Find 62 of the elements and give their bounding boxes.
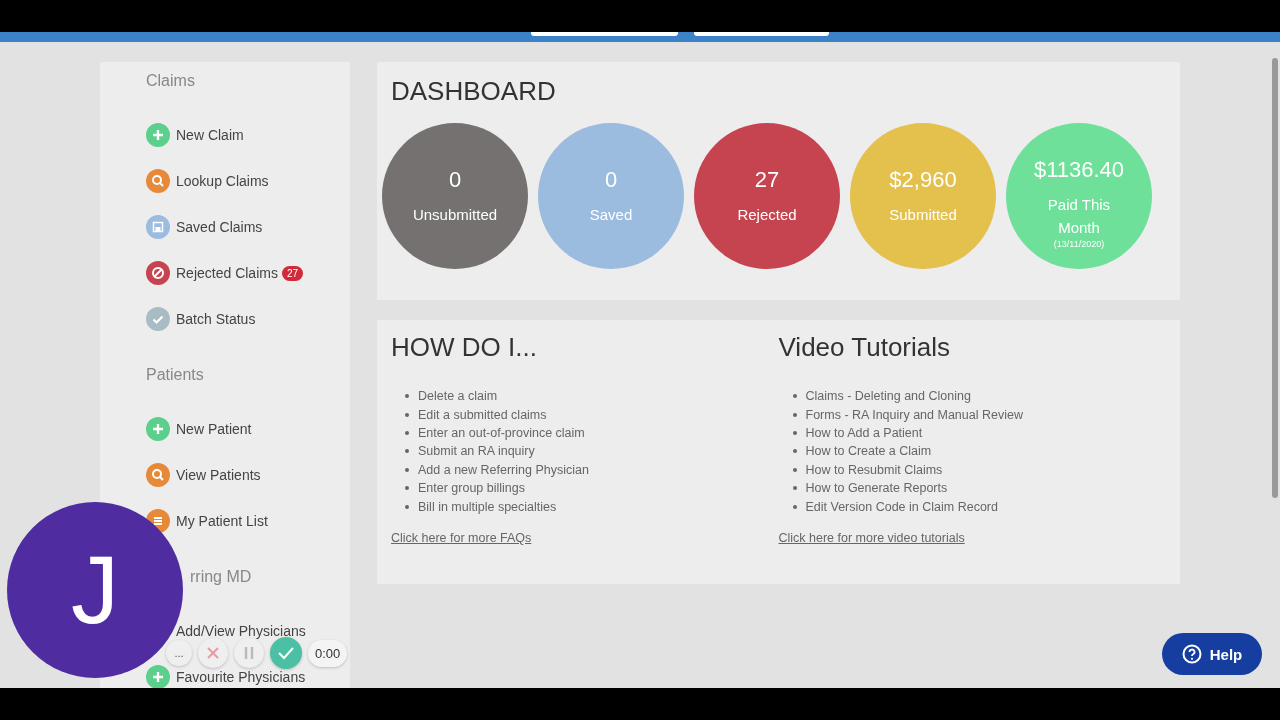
plus-icon — [146, 665, 170, 688]
search-icon — [146, 463, 170, 487]
plus-icon — [146, 123, 170, 147]
bullet-icon — [405, 449, 409, 454]
save-icon — [146, 215, 170, 239]
count-badge: 27 — [281, 265, 304, 281]
sidebar-link[interactable]: Lookup Claims — [176, 173, 269, 189]
plus-icon — [146, 417, 170, 441]
bullet-icon — [405, 412, 409, 417]
sidebar-link[interactable]: Saved Claims — [176, 219, 263, 235]
sidebar-link[interactable]: View Patients — [176, 467, 261, 483]
help-link[interactable]: Enter an out-of-province claim — [418, 424, 585, 441]
block-icon — [146, 261, 170, 285]
more-link[interactable]: Click here for more FAQs — [391, 530, 532, 545]
help-link[interactable]: Bill in multiple specialties — [418, 498, 557, 515]
sidebar-link[interactable]: New Claim — [176, 127, 244, 143]
help-link[interactable]: Enter group billings — [418, 480, 525, 497]
pause-icon — [243, 646, 255, 660]
panel-title: DASHBOARD — [390, 76, 557, 107]
help-link[interactable]: Submit an RA inquiry — [418, 443, 535, 460]
stat-circle[interactable]: 0 Unsubmitted — [382, 123, 528, 269]
bullet-icon — [405, 504, 409, 509]
help-link[interactable]: Edit Version Code in Claim Record — [805, 498, 998, 515]
bullet-icon — [405, 486, 409, 491]
help-link[interactable]: How to Add a Patient — [805, 424, 923, 441]
help-link[interactable]: How to Generate Reports — [805, 480, 948, 497]
bullet-icon — [792, 430, 797, 435]
close-icon — [206, 646, 220, 660]
help-link[interactable]: Edit a submitted claims — [418, 406, 547, 423]
nav-tab[interactable] — [531, 32, 678, 36]
check-icon — [277, 646, 295, 660]
help-link[interactable]: How to Resubmit Claims — [805, 461, 943, 478]
sidebar-link[interactable]: Batch Status — [176, 311, 256, 327]
search-icon — [146, 169, 170, 193]
bullet-icon — [405, 394, 409, 399]
help-link[interactable]: How to Create a Claim — [805, 443, 932, 460]
bullet-icon — [405, 430, 409, 435]
sidebar-link[interactable]: New Patient — [176, 421, 252, 437]
bullet-icon — [792, 486, 797, 491]
nav-tab[interactable] — [694, 32, 829, 36]
bullet-icon — [792, 467, 797, 472]
bullet-icon — [792, 504, 797, 509]
more-link[interactable]: Click here for more video tutorials — [778, 530, 965, 545]
help-link[interactable]: Add a new Referring Physician — [418, 461, 589, 478]
scrollbar-thumb[interactable] — [1272, 58, 1278, 498]
section-heading: Claims — [146, 72, 196, 91]
section-heading: rring MD — [189, 567, 253, 587]
help-link[interactable]: Forms - RA Inquiry and Manual Review — [805, 406, 1023, 423]
panel-title: HOW DO I... — [391, 332, 538, 363]
bullet-icon — [792, 449, 797, 454]
help-link[interactable]: Claims - Deleting and Cloning — [805, 388, 971, 405]
bullet-icon — [792, 394, 797, 399]
sidebar-link[interactable]: Rejected Claims — [176, 265, 278, 281]
help-icon — [1181, 644, 1202, 664]
bullet-icon — [405, 467, 409, 472]
help-button[interactable]: Help — [1162, 633, 1262, 675]
bullet-icon — [792, 412, 797, 417]
check-icon — [146, 307, 170, 331]
panel-title: Video Tutorials — [778, 332, 951, 363]
section-heading: Patients — [146, 365, 205, 385]
stat-circle[interactable]: 27 Rejected — [694, 123, 840, 269]
help-link[interactable]: Delete a claim — [418, 388, 498, 405]
